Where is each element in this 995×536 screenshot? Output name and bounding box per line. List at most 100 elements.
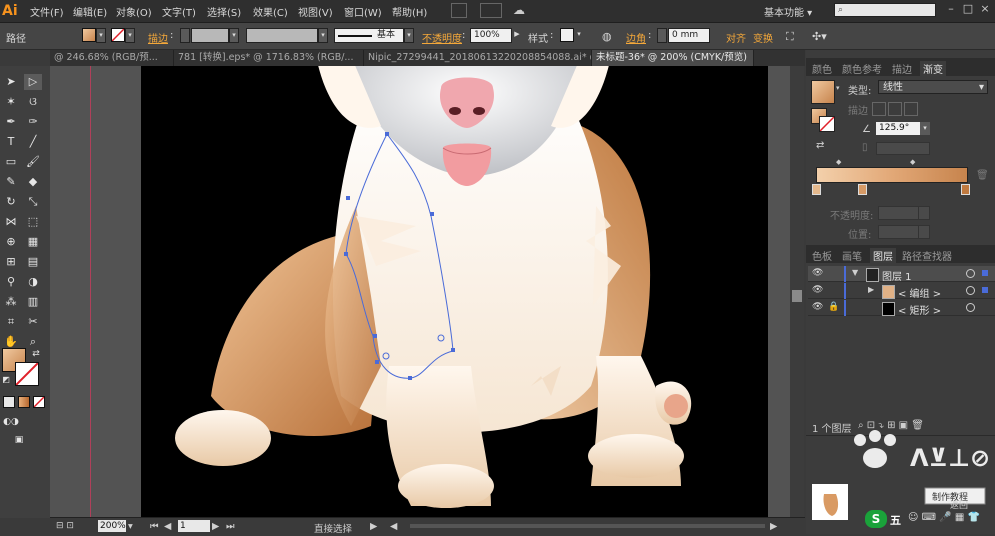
magic-wand-tool-icon[interactable]: ✶ <box>2 94 20 110</box>
angle-dropdown-arrow[interactable]: ▾ <box>920 122 930 135</box>
document-tab[interactable]: Nipic_27299441_20180613220208854088.ai* … <box>364 50 592 66</box>
gpu-performance-icon[interactable]: ☁ <box>513 3 529 18</box>
opacity-arrow[interactable]: ▶ <box>512 28 522 43</box>
stroke-weight-stepper[interactable] <box>180 28 190 43</box>
lasso-tool-icon[interactable]: ଓ <box>24 94 42 110</box>
last-artboard-icon[interactable]: ⏭ <box>226 521 235 532</box>
gradient-tool-icon[interactable]: ▤ <box>24 254 42 270</box>
close-icon[interactable]: × <box>978 2 992 16</box>
gradient-stop[interactable] <box>812 184 821 195</box>
tab-swatches[interactable]: 色板 <box>812 248 832 263</box>
stroke-within-icon[interactable] <box>872 102 886 116</box>
gradient-preview-arrow[interactable]: ▾ <box>836 84 840 92</box>
stroke-swatch[interactable] <box>111 28 125 42</box>
tab-layers[interactable]: 图层 <box>870 248 896 263</box>
scale-tool-icon[interactable]: ⤡ <box>24 194 42 210</box>
slice-tool-icon[interactable]: ✂ <box>24 314 42 330</box>
document-tab[interactable]: 781 [转换].eps* @ 1716.83% (RGB/... <box>174 50 364 66</box>
blend-tool-icon[interactable]: ◑ <box>24 274 42 290</box>
stroke-link[interactable]: 描边 <box>148 30 168 45</box>
bridge-icon[interactable] <box>451 3 467 18</box>
variable-width-profile[interactable] <box>246 28 318 43</box>
fill-dropdown-arrow[interactable]: ▾ <box>96 28 106 43</box>
more-options-icon[interactable]: ✣▾ <box>812 30 827 43</box>
brush-definition-arrow[interactable]: ▾ <box>404 28 414 43</box>
menu-effect[interactable]: 效果(C) <box>253 4 288 19</box>
status-arrow[interactable]: ▶ <box>370 521 377 532</box>
corner-stepper[interactable] <box>657 28 667 43</box>
minimize-icon[interactable]: – <box>944 2 958 16</box>
midpoint-diamond[interactable]: ◆ <box>910 158 915 166</box>
menu-object[interactable]: 对象(O) <box>116 4 152 19</box>
menu-help[interactable]: 帮助(H) <box>392 4 427 19</box>
layer-name[interactable]: 图层 1 <box>882 268 912 283</box>
menu-file[interactable]: 文件(F) <box>30 4 64 19</box>
arrange-documents-icon[interactable] <box>480 3 502 18</box>
layer-row[interactable]: 👁 ▶ < 编组 > <box>808 283 995 300</box>
free-transform-tool-icon[interactable]: ⬚ <box>24 214 42 230</box>
none-mode-icon[interactable] <box>33 396 45 408</box>
h-scroll-right-icon[interactable]: ▶ <box>770 521 777 532</box>
gradient-mode-icon[interactable] <box>18 396 30 408</box>
expand-triangle-icon[interactable]: ▼ <box>852 268 858 277</box>
delete-stop-icon[interactable]: 🗑 <box>976 170 989 181</box>
perspective-grid-tool-icon[interactable]: ▦ <box>24 234 42 250</box>
menu-window[interactable]: 窗口(W) <box>344 4 382 19</box>
menu-select[interactable]: 选择(S) <box>207 4 241 19</box>
color-mode-icon[interactable] <box>3 396 15 408</box>
direct-selection-tool-icon[interactable]: ▷ <box>24 74 42 90</box>
layer-row[interactable]: 👁 ▼ 图层 1 <box>808 266 995 283</box>
layer-target-icon[interactable] <box>966 269 975 278</box>
curvature-tool-icon[interactable]: ✑ <box>24 114 42 130</box>
paintbrush-tool-icon[interactable]: 🖌 <box>24 154 42 170</box>
stroke-dropdown-arrow[interactable]: ▾ <box>125 28 135 43</box>
stroke-mini-swatch[interactable] <box>819 116 835 132</box>
shape-builder-tool-icon[interactable]: ⊕ <box>2 234 20 250</box>
tab-stroke[interactable]: 描边 <box>892 61 912 76</box>
previous-artboard-icon[interactable]: ◀ <box>164 521 171 532</box>
visibility-eye-icon[interactable]: 👁 <box>812 302 824 312</box>
line-tool-icon[interactable]: ╱ <box>24 134 42 150</box>
horizontal-scrollbar[interactable] <box>410 524 765 528</box>
artboard-tool-icon[interactable]: ⌗ <box>2 314 20 330</box>
mesh-tool-icon[interactable]: ⊞ <box>2 254 20 270</box>
maximize-icon[interactable]: □ <box>961 2 975 16</box>
tab-pathfinder[interactable]: 路径查找器 <box>902 248 952 263</box>
visibility-eye-icon[interactable]: 👁 <box>812 285 824 295</box>
gradient-slider[interactable] <box>816 167 968 183</box>
gradient-stop[interactable] <box>961 184 970 195</box>
scrollbar-thumb[interactable] <box>792 290 802 302</box>
zoom-dropdown-arrow[interactable]: ▾ <box>128 521 133 532</box>
stroke-weight-field[interactable] <box>191 28 229 43</box>
graphic-style-arrow[interactable]: ▾ <box>574 28 584 43</box>
width-tool-icon[interactable]: ⋈ <box>2 214 20 230</box>
eraser-tool-icon[interactable]: ◆ <box>24 174 42 190</box>
stroke-weight-arrow[interactable]: ▾ <box>229 28 239 43</box>
menu-view[interactable]: 视图(V) <box>298 4 333 19</box>
align-link[interactable]: 对齐 <box>726 30 746 45</box>
brush-definition[interactable]: 基本 <box>334 28 404 43</box>
drawing-modes-icon[interactable]: ◐◑ <box>2 414 20 430</box>
rotate-tool-icon[interactable]: ↻ <box>2 194 20 210</box>
layer-target-icon[interactable] <box>966 303 975 312</box>
artboard-number-field[interactable]: 1 <box>178 520 210 532</box>
recolor-icon[interactable]: ◍ <box>602 30 612 43</box>
stroke-across-icon[interactable] <box>904 102 918 116</box>
artboard-nav-icon[interactable]: ⊟ ⊡ <box>56 521 74 531</box>
gradient-preview-swatch[interactable] <box>811 80 835 104</box>
next-artboard-icon[interactable]: ▶ <box>212 521 219 532</box>
column-graph-tool-icon[interactable]: ▥ <box>24 294 42 310</box>
stroke-color-box[interactable] <box>15 362 39 386</box>
document-tab-active[interactable]: 未标题-36* @ 200% (CMYK/预览) <box>592 50 754 66</box>
type-tool-icon[interactable]: T <box>2 134 20 150</box>
layer-row[interactable]: 👁 🔒 < 矩形 > <box>808 300 995 317</box>
rectangle-tool-icon[interactable]: ▭ <box>2 154 20 170</box>
gradient-angle-field[interactable]: 125.9° <box>876 122 920 135</box>
fill-swatch[interactable] <box>82 28 96 42</box>
midpoint-diamond[interactable]: ◆ <box>836 158 841 166</box>
first-artboard-icon[interactable]: ⏮ <box>150 521 159 532</box>
gradient-stop[interactable] <box>858 184 867 195</box>
h-scroll-left-icon[interactable]: ◀ <box>390 521 397 532</box>
document-tab[interactable]: @ 246.68% (RGB/预... <box>50 50 174 66</box>
variable-width-arrow[interactable]: ▾ <box>318 28 328 43</box>
